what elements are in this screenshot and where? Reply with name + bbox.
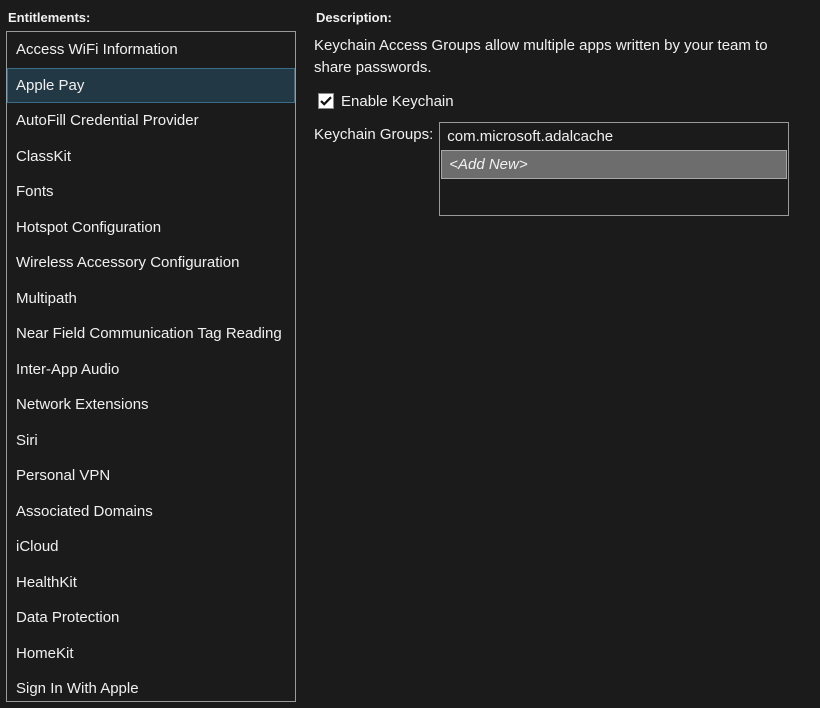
entitlement-item[interactable]: Access WiFi Information (7, 32, 295, 68)
entitlement-item[interactable]: Multipath (7, 281, 295, 317)
entitlement-item[interactable]: Hotspot Configuration (7, 210, 295, 246)
enable-keychain-checkbox[interactable] (318, 93, 334, 109)
entitlement-item[interactable]: Fonts (7, 174, 295, 210)
entitlement-item[interactable]: Apple Pay (7, 68, 295, 104)
keychain-groups-label: Keychain Groups: (314, 122, 433, 143)
entitlement-item[interactable]: Personal VPN (7, 458, 295, 494)
keychain-group-add-new[interactable]: <Add New> (441, 150, 787, 179)
check-icon (320, 95, 332, 107)
entitlements-list[interactable]: Access WiFi InformationApple PayAutoFill… (6, 31, 296, 702)
description-text: Keychain Access Groups allow multiple ap… (314, 31, 814, 93)
entitlement-item[interactable]: Near Field Communication Tag Reading (7, 316, 295, 352)
entitlement-item[interactable]: Wireless Accessory Configuration (7, 245, 295, 281)
entitlement-item[interactable]: ClassKit (7, 139, 295, 175)
keychain-groups-row: Keychain Groups: com.microsoft.adalcache… (314, 122, 814, 216)
entitlements-header: Entitlements: (6, 6, 296, 31)
entitlement-item[interactable]: Associated Domains (7, 494, 295, 530)
entitlement-item[interactable]: Inter-App Audio (7, 352, 295, 388)
description-panel: Description: Keychain Access Groups allo… (296, 6, 814, 702)
enable-keychain-row[interactable]: Enable Keychain (314, 93, 814, 122)
entitlements-panel: Entitlements: Access WiFi InformationApp… (6, 6, 296, 702)
description-header: Description: (314, 6, 814, 31)
entitlement-item[interactable]: Network Extensions (7, 387, 295, 423)
entitlement-item[interactable]: AutoFill Credential Provider (7, 103, 295, 139)
entitlement-item[interactable]: Siri (7, 423, 295, 459)
entitlement-item[interactable]: HomeKit (7, 636, 295, 672)
keychain-groups-list[interactable]: com.microsoft.adalcache<Add New> (439, 122, 789, 216)
entitlement-item[interactable]: iCloud (7, 529, 295, 565)
entitlement-item[interactable]: HealthKit (7, 565, 295, 601)
enable-keychain-label: Enable Keychain (341, 93, 454, 110)
keychain-group-item[interactable]: com.microsoft.adalcache (440, 123, 788, 150)
entitlement-item[interactable]: Sign In With Apple (7, 671, 295, 702)
entitlement-item[interactable]: Data Protection (7, 600, 295, 636)
